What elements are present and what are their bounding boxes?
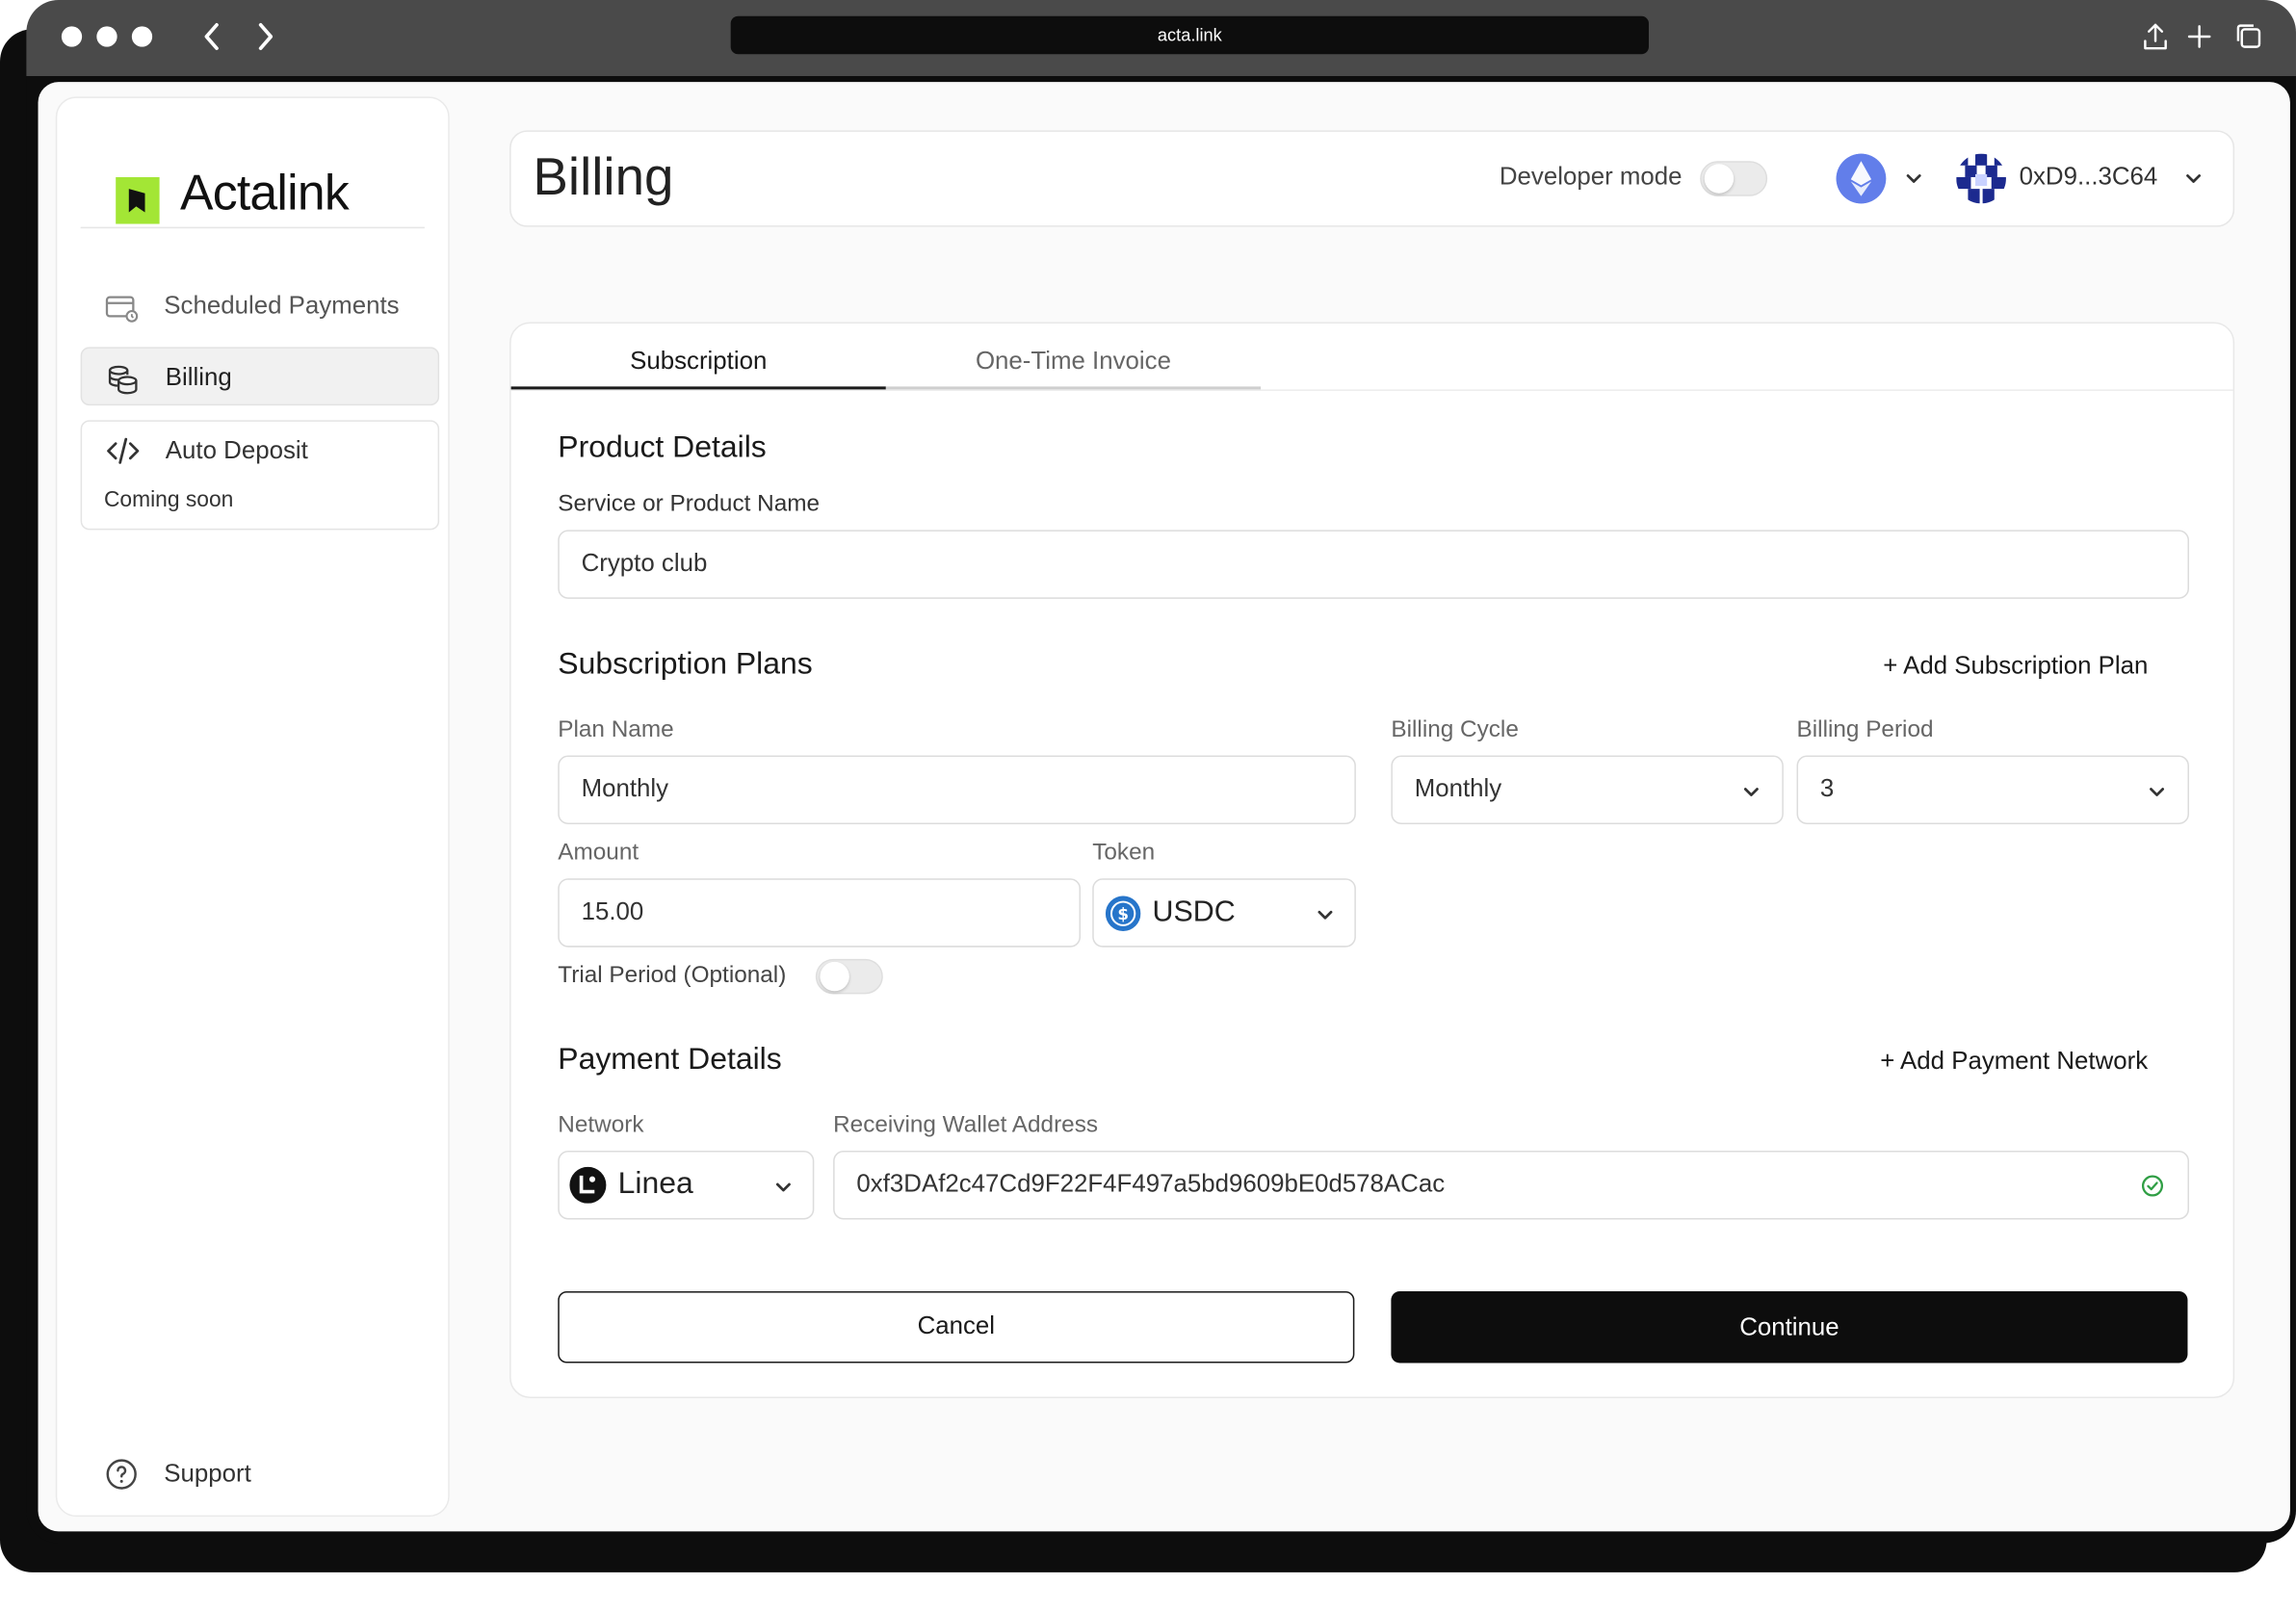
svg-text:$: $ (1117, 904, 1129, 923)
amount-input[interactable]: 15.00 (558, 878, 1082, 948)
token-value: USDC (1152, 896, 1236, 928)
tab-indicator-active (510, 386, 886, 390)
support-label: Support (164, 1459, 251, 1488)
chevron-down-icon (2150, 788, 2164, 796)
token-select[interactable]: $ USDC (1092, 878, 1356, 948)
add-payment-network-button[interactable]: + Add Payment Network (1880, 1047, 2148, 1076)
chevron-down-icon (775, 1182, 791, 1192)
card-schedule-icon (105, 296, 139, 323)
network-label: Network (558, 1112, 644, 1138)
coins-icon (108, 365, 138, 395)
receiving-wallet-input[interactable]: 0xf3DAf2c47Cd9F22F4F497a5bd9609bE0d578AC… (833, 1151, 2189, 1220)
network-value: Linea (617, 1166, 693, 1201)
coming-soon-note: Coming soon (103, 487, 234, 513)
sidebar-item-auto-deposit[interactable]: Auto Deposit Coming soon (80, 420, 440, 531)
help-circle-icon (106, 1459, 137, 1490)
screenshot-root: acta.link Actalink Scheduled Payments Bi… (0, 0, 2296, 1610)
billing-cycle-select[interactable]: Monthly (1391, 755, 1784, 824)
tab-bar: Subscription One-Time Invoice (510, 324, 2233, 391)
app-viewport: Actalink Scheduled Payments Billing Auto… (38, 82, 2290, 1532)
add-subscription-plan-button[interactable]: + Add Subscription Plan (1883, 652, 2148, 681)
developer-mode-label: Developer mode (1499, 162, 1683, 191)
new-tab-icon[interactable] (2183, 20, 2215, 52)
billing-period-select[interactable]: 3 (1796, 755, 2189, 824)
plan-name-input[interactable]: Monthly (558, 755, 1356, 824)
subscription-plans-title: Subscription Plans (558, 647, 813, 681)
plan-name-label: Plan Name (558, 716, 674, 742)
cancel-button[interactable]: Cancel (558, 1290, 1355, 1363)
chevron-down-icon (1318, 910, 1333, 920)
billing-period-value: 3 (1819, 774, 1835, 803)
browser-toolbar: acta.link (26, 0, 2296, 77)
sidebar-item-label: Billing (165, 363, 232, 391)
sidebar-item-billing[interactable]: Billing (80, 347, 440, 406)
chevron-down-icon[interactable] (2183, 169, 2204, 189)
chevron-right-icon[interactable] (246, 17, 284, 56)
network-select[interactable]: Linea (558, 1151, 815, 1220)
billing-period-label: Billing Period (1796, 716, 1934, 742)
payment-details-title: Payment Details (558, 1042, 782, 1077)
share-icon[interactable] (2139, 20, 2171, 52)
billing-cycle-label: Billing Cycle (1391, 716, 1519, 742)
product-name-label: Service or Product Name (558, 491, 821, 517)
sidebar-item-label: Auto Deposit (165, 436, 308, 464)
wallet-avatar[interactable] (1956, 153, 2006, 204)
tab-subscription[interactable]: Subscription (511, 347, 886, 376)
amount-label: Amount (558, 840, 639, 866)
trial-period-label: Trial Period (Optional) (558, 963, 787, 989)
address-bar[interactable]: acta.link (730, 15, 1649, 55)
tab-indicator-inactive (885, 386, 1262, 390)
sidebar-item-label: Scheduled Payments (164, 291, 400, 320)
code-icon (107, 437, 140, 464)
linea-icon (569, 1166, 607, 1204)
receiving-wallet-label: Receiving Wallet Address (833, 1112, 1099, 1138)
continue-button[interactable]: Continue (1391, 1290, 2188, 1363)
chevron-down-icon[interactable] (1904, 169, 1924, 189)
window-close-dot[interactable] (61, 26, 83, 47)
developer-mode-toggle[interactable] (1700, 161, 1768, 196)
sidebar-item-support[interactable]: Support (81, 1445, 439, 1504)
billing-form-card: Subscription One-Time Invoice Product De… (509, 322, 2235, 1398)
window-minimize-dot[interactable] (96, 26, 117, 47)
trial-period-toggle[interactable] (815, 958, 883, 995)
page-header: Billing Developer mode 0xD9...3C64 (509, 130, 2235, 227)
token-label: Token (1092, 840, 1156, 866)
usdc-icon: $ (1105, 896, 1141, 931)
brand-name: Actalink (180, 165, 350, 221)
chevron-left-icon[interactable] (194, 17, 232, 56)
ethereum-icon[interactable] (1836, 153, 1887, 204)
page-title: Billing (533, 146, 674, 207)
chevron-down-icon (1743, 788, 1759, 796)
sidebar-item-scheduled-payments[interactable]: Scheduled Payments (81, 276, 439, 335)
product-name-input[interactable]: Crypto club (558, 530, 2189, 599)
window-maximize-dot[interactable] (131, 26, 153, 47)
actalink-logo-icon (116, 176, 160, 224)
receiving-wallet-value: 0xf3DAf2c47Cd9F22F4F497a5bd9609bE0d578AC… (856, 1169, 1446, 1198)
sidebar: Actalink Scheduled Payments Billing Auto… (55, 96, 450, 1518)
tabs-overview-icon[interactable] (2233, 20, 2265, 52)
product-details-title: Product Details (558, 429, 767, 464)
valid-check-icon (2141, 1175, 2164, 1197)
billing-cycle-value: Monthly (1414, 774, 1502, 803)
brand-divider (80, 226, 425, 229)
wallet-address-label[interactable]: 0xD9...3C64 (2020, 163, 2158, 192)
tab-one-time-invoice[interactable]: One-Time Invoice (886, 347, 1261, 376)
